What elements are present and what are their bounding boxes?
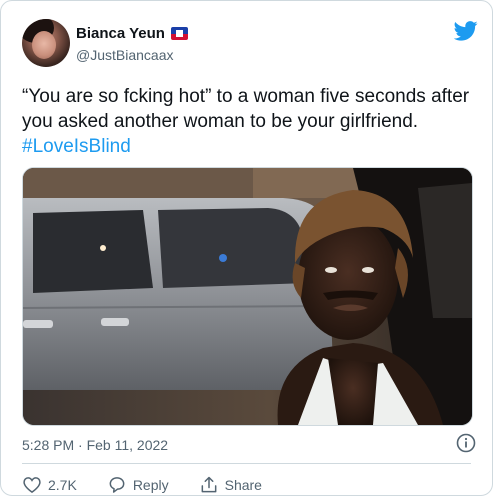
reply-label: Reply	[132, 477, 169, 493]
reply-button[interactable]: Reply	[107, 475, 169, 495]
hashtag-link[interactable]: #LoveIsBlind	[22, 136, 131, 157]
info-icon[interactable]	[456, 433, 476, 453]
like-button[interactable]: 2.7K	[22, 475, 77, 495]
heart-icon	[23, 477, 41, 494]
tweet-media-image[interactable]	[22, 167, 473, 426]
tweet-card: Bianca Yeun @JustBiancaax “You are so fc…	[0, 0, 493, 496]
display-name[interactable]: Bianca Yeun	[76, 25, 165, 42]
share-button[interactable]: Share	[199, 475, 262, 495]
divider	[22, 463, 471, 464]
media-illustration	[23, 168, 472, 425]
share-icon	[201, 476, 217, 493]
avatar[interactable]	[22, 19, 70, 67]
like-count: 2.7K	[48, 477, 77, 493]
twitter-bird-icon[interactable]	[454, 21, 478, 41]
haiti-flag-icon	[170, 27, 188, 40]
name-row: Bianca Yeun	[76, 25, 188, 42]
share-label: Share	[224, 477, 262, 493]
tweet-text: “You are so fcking hot” to a woman five …	[22, 84, 472, 159]
user-handle[interactable]: @JustBiancaax	[76, 47, 173, 63]
reply-icon	[109, 477, 125, 493]
tweet-body: “You are so fcking hot” to a woman five …	[22, 86, 470, 132]
tweet-timestamp[interactable]: 5:28 PM · Feb 11, 2022	[22, 437, 168, 453]
action-bar: 2.7K Reply Share	[22, 475, 292, 495]
